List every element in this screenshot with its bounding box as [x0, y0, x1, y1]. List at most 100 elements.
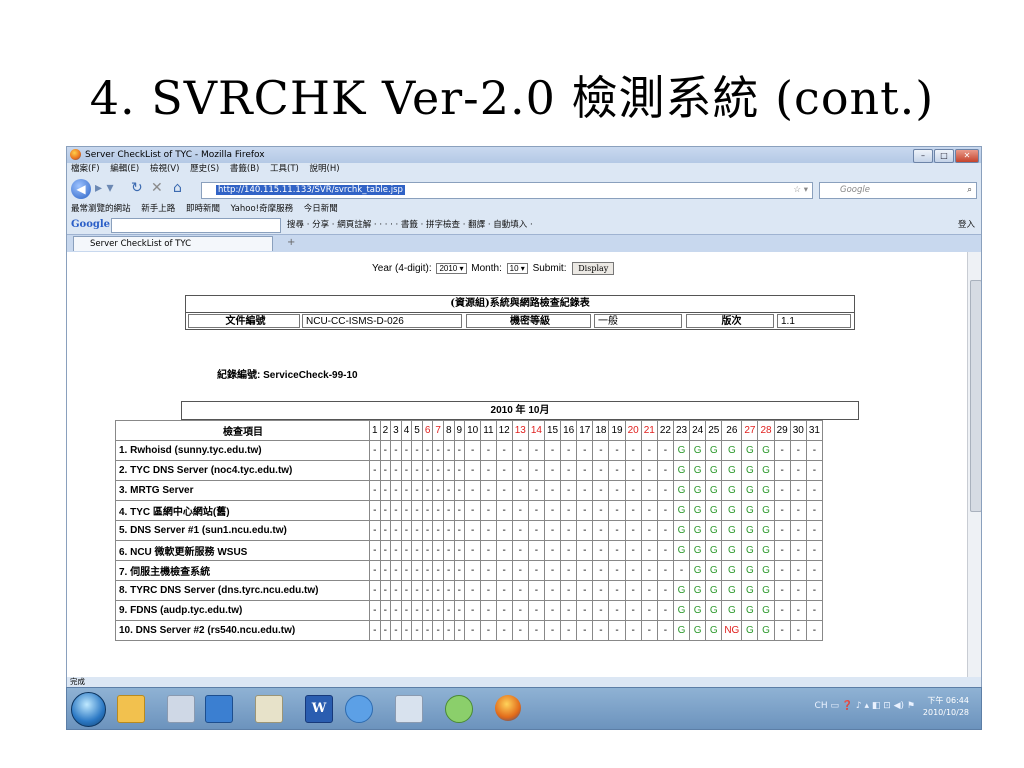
status-cell: G — [741, 440, 759, 461]
status-cell: G — [705, 540, 723, 561]
putty-taskbar-icon[interactable] — [255, 695, 283, 723]
google-search-input[interactable] — [111, 218, 281, 233]
new-tab-button[interactable]: + — [287, 237, 295, 248]
minimize-button[interactable]: – — [913, 149, 933, 163]
menu-history[interactable]: 歷史(S) — [190, 164, 219, 174]
status-cell: - — [495, 520, 513, 541]
status-cell: - — [640, 600, 658, 621]
status-cell: - — [608, 460, 626, 481]
google-toolbar-items[interactable]: 搜尋 · 分享 · 網頁註解 · · · · · 書籤 · 拼字檢查 · 翻譯 … — [287, 217, 533, 233]
day-header: 12 — [495, 420, 513, 441]
status-cell: - — [805, 600, 823, 621]
check-item-name: 1. Rwhoisd (sunny.tyc.edu.tw) — [115, 440, 370, 461]
word-taskbar-icon[interactable]: W — [305, 695, 333, 723]
back-button[interactable]: ◀ — [71, 179, 91, 199]
menu-view[interactable]: 檢視(V) — [150, 164, 179, 174]
status-cell: - — [411, 460, 423, 481]
status-cell: G — [741, 580, 759, 601]
folder-taskbar-icon[interactable] — [117, 695, 145, 723]
bookmark-today-news[interactable]: 今日新聞 — [304, 204, 338, 214]
table-row: 4. TYC 區網中心網站(舊) - - - - - - - - - - - - - - - - - - - - - - G G… — [115, 500, 823, 521]
window-title: Server CheckList of TYC - Mozilla Firefo… — [85, 150, 265, 160]
status-cell: - — [411, 500, 423, 521]
security-level-label: 機密等級 — [466, 314, 591, 328]
status-cell: - — [527, 560, 545, 581]
status-cell: - — [656, 560, 674, 581]
reload-icon[interactable]: ↻ — [131, 178, 143, 198]
status-cell: - — [411, 480, 423, 501]
status-cell: - — [432, 480, 444, 501]
status-cell: G — [741, 560, 759, 581]
check-item-name: 8. TYRC DNS Server (dns.tyrc.ncu.edu.tw) — [115, 580, 370, 601]
status-cell: - — [773, 560, 791, 581]
status-cell: - — [592, 540, 610, 561]
status-cell: G — [689, 440, 707, 461]
stop-icon[interactable]: ✕ — [151, 178, 163, 198]
month-select[interactable]: 10 ▾ — [506, 263, 528, 274]
status-cell: - — [805, 620, 823, 641]
bookmark-yahoo[interactable]: Yahoo!奇摩服務 — [231, 204, 293, 214]
home-icon[interactable]: ⌂ — [173, 178, 182, 198]
ie-taskbar-icon[interactable] — [345, 695, 373, 723]
firefox-taskbar-icon[interactable] — [495, 695, 521, 721]
status-cell: - — [592, 560, 610, 581]
search-input[interactable]: Google ⌕ — [819, 182, 977, 199]
start-button[interactable] — [71, 692, 106, 727]
close-button[interactable]: ✕ — [955, 149, 979, 163]
system-tray-icons[interactable]: CH ▭ ❓ ♪ ▴ ◧ ⊡ ◀) ⚑ — [815, 701, 915, 711]
status-cell: - — [432, 580, 444, 601]
messenger-taskbar-icon[interactable] — [445, 695, 473, 723]
status-cell: G — [721, 560, 743, 581]
bookmark-most-visited[interactable]: 最常瀏覽的網站 — [71, 204, 131, 214]
status-cell: - — [656, 440, 674, 461]
status-cell: G — [741, 540, 759, 561]
status-cell: G — [741, 620, 759, 641]
status-cell: G — [741, 500, 759, 521]
menu-edit[interactable]: 編輯(E) — [110, 164, 139, 174]
bookmark-star-icon[interactable]: ☆ ▾ — [793, 183, 808, 198]
forward-button[interactable]: ▸ ▾ — [95, 178, 114, 198]
status-cell: - — [576, 460, 594, 481]
scrollbar-thumb[interactable] — [970, 280, 981, 512]
paint-taskbar-icon[interactable] — [167, 695, 195, 723]
check-item-name: 4. TYC 區網中心網站(舊) — [115, 500, 370, 521]
status-cell: - — [656, 600, 674, 621]
status-cell: - — [560, 540, 578, 561]
status-cell: G — [741, 520, 759, 541]
search-icon[interactable]: ⌕ — [967, 183, 972, 198]
status-cell: - — [608, 520, 626, 541]
status-cell: G — [721, 460, 743, 481]
menu-help[interactable]: 說明(H) — [310, 164, 340, 174]
notepad-taskbar-icon[interactable] — [395, 695, 423, 723]
status-cell: - — [511, 500, 529, 521]
menu-tools[interactable]: 工具(T) — [270, 164, 299, 174]
status-cell: - — [421, 460, 434, 481]
menu-bookmarks[interactable]: 書籤(B) — [230, 164, 259, 174]
status-cell: - — [369, 480, 381, 501]
input-method-indicator[interactable]: CH — [815, 701, 828, 711]
maximize-button[interactable]: □ — [934, 149, 954, 163]
bookmark-getting-started[interactable]: 新手上路 — [141, 204, 175, 214]
outlook-taskbar-icon[interactable] — [205, 695, 233, 723]
status-cell: G — [672, 440, 691, 461]
menu-file[interactable]: 檔案(F) — [71, 164, 100, 174]
day-header: 28 — [757, 420, 775, 441]
record-title: (資源組)系統與網路檢查紀錄表 — [186, 296, 854, 313]
bookmark-news[interactable]: 即時新聞 — [186, 204, 220, 214]
status-cell: - — [464, 440, 482, 461]
status-cell: - — [789, 440, 807, 461]
google-signin-button[interactable]: 登入 — [958, 217, 975, 233]
clock[interactable]: 下午 06:44 2010/10/28 — [923, 695, 969, 719]
year-select[interactable]: 2010 ▾ — [436, 263, 467, 274]
display-button[interactable]: Display — [572, 262, 615, 275]
status-cell: - — [576, 540, 594, 561]
security-level-value: 一般 — [594, 314, 682, 328]
status-cell: - — [576, 440, 594, 461]
url-bar[interactable]: http://140.115.11.133/SVR/svrchk_table.j… — [201, 182, 813, 199]
tab-server-checklist[interactable]: Server CheckList of TYC — [73, 236, 273, 251]
status-cell: - — [773, 480, 791, 501]
status-cell: - — [543, 620, 562, 641]
status-cell: - — [464, 480, 482, 501]
vertical-scrollbar[interactable] — [967, 252, 981, 677]
status-cell: - — [576, 520, 594, 541]
